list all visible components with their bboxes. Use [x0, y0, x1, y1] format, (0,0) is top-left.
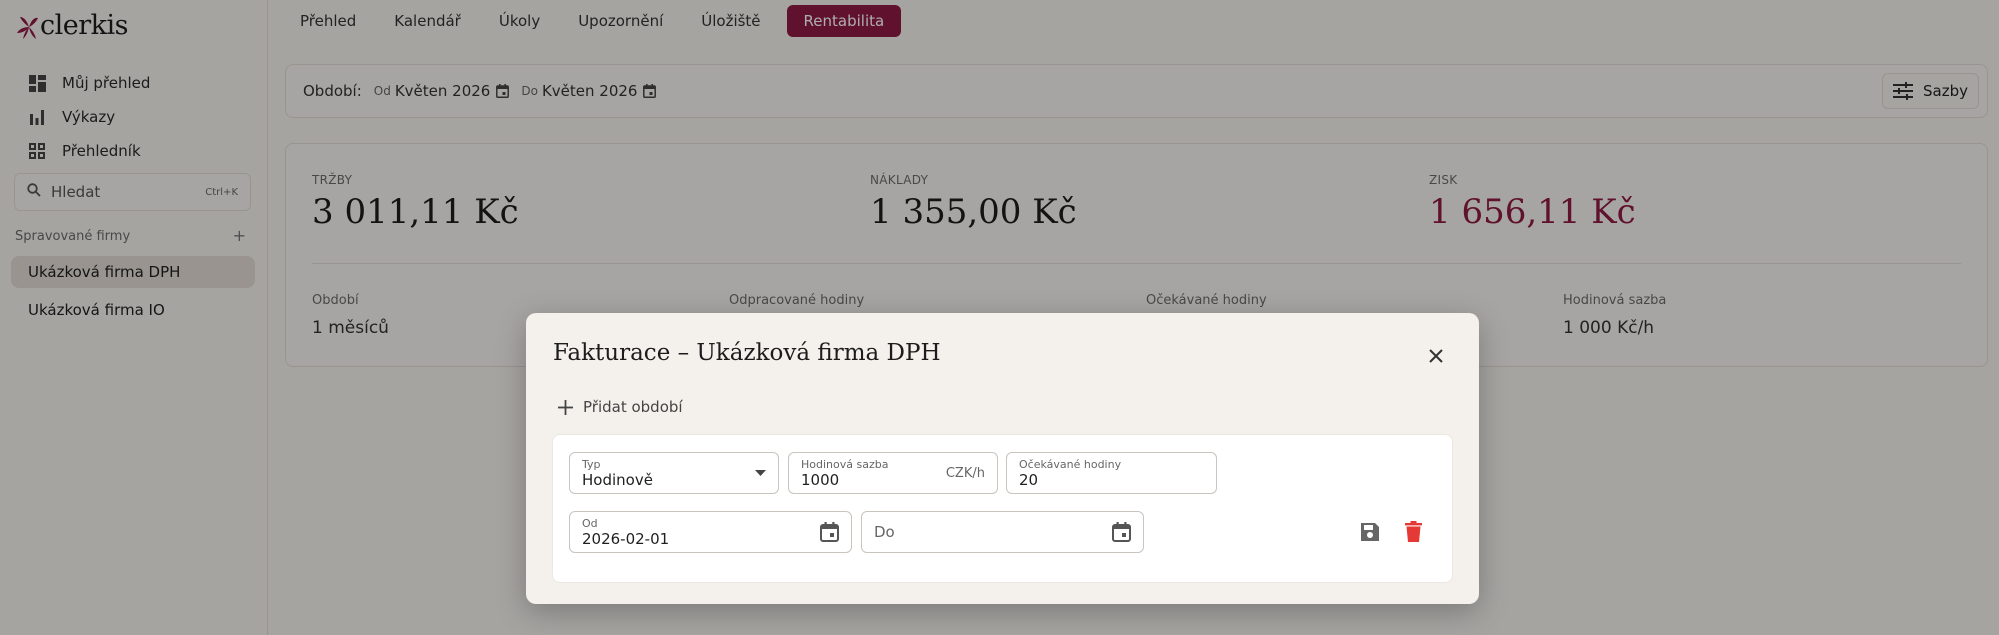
- hourly-rate-field-value: 1000: [801, 471, 840, 489]
- hourly-rate-field[interactable]: Hodinová sazba 1000 CZK/h: [788, 452, 998, 494]
- dialog-title: Fakturace – Ukázková firma DPH: [553, 340, 941, 366]
- billing-dialog: Fakturace – Ukázková firma DPH Přidat ob…: [526, 313, 1479, 604]
- calendar-icon[interactable]: [820, 522, 839, 542]
- save-button[interactable]: [1360, 522, 1380, 542]
- calendar-icon[interactable]: [1112, 522, 1131, 542]
- type-value: Hodinově: [582, 471, 653, 489]
- add-period-button[interactable]: Přidat období: [558, 398, 683, 416]
- expected-hours-field-label: Očekávané hodiny: [1019, 458, 1122, 471]
- delete-button[interactable]: [1405, 521, 1422, 542]
- chevron-down-icon: [755, 470, 766, 476]
- from-date-field[interactable]: Od 2026-02-01: [569, 511, 852, 553]
- billing-period-row: Typ Hodinově Hodinová sazba 1000 CZK/h O…: [552, 434, 1453, 583]
- save-icon: [1361, 523, 1379, 541]
- from-date-label: Od: [582, 517, 598, 530]
- to-date-placeholder: Do: [874, 523, 895, 541]
- plus-icon: [558, 399, 573, 415]
- to-date-field[interactable]: Do: [861, 511, 1144, 553]
- expected-hours-field[interactable]: Očekávané hodiny 20: [1006, 452, 1217, 494]
- type-label: Typ: [582, 458, 601, 471]
- from-date-value: 2026-02-01: [582, 530, 670, 548]
- trash-icon: [1405, 521, 1422, 542]
- close-icon: [1429, 349, 1443, 363]
- currency-suffix: CZK/h: [945, 466, 985, 481]
- hourly-rate-field-label: Hodinová sazba: [801, 458, 889, 471]
- add-period-label: Přidat období: [583, 398, 683, 416]
- close-button[interactable]: [1423, 343, 1449, 369]
- type-select[interactable]: Typ Hodinově: [569, 452, 779, 494]
- expected-hours-field-value: 20: [1019, 471, 1039, 489]
